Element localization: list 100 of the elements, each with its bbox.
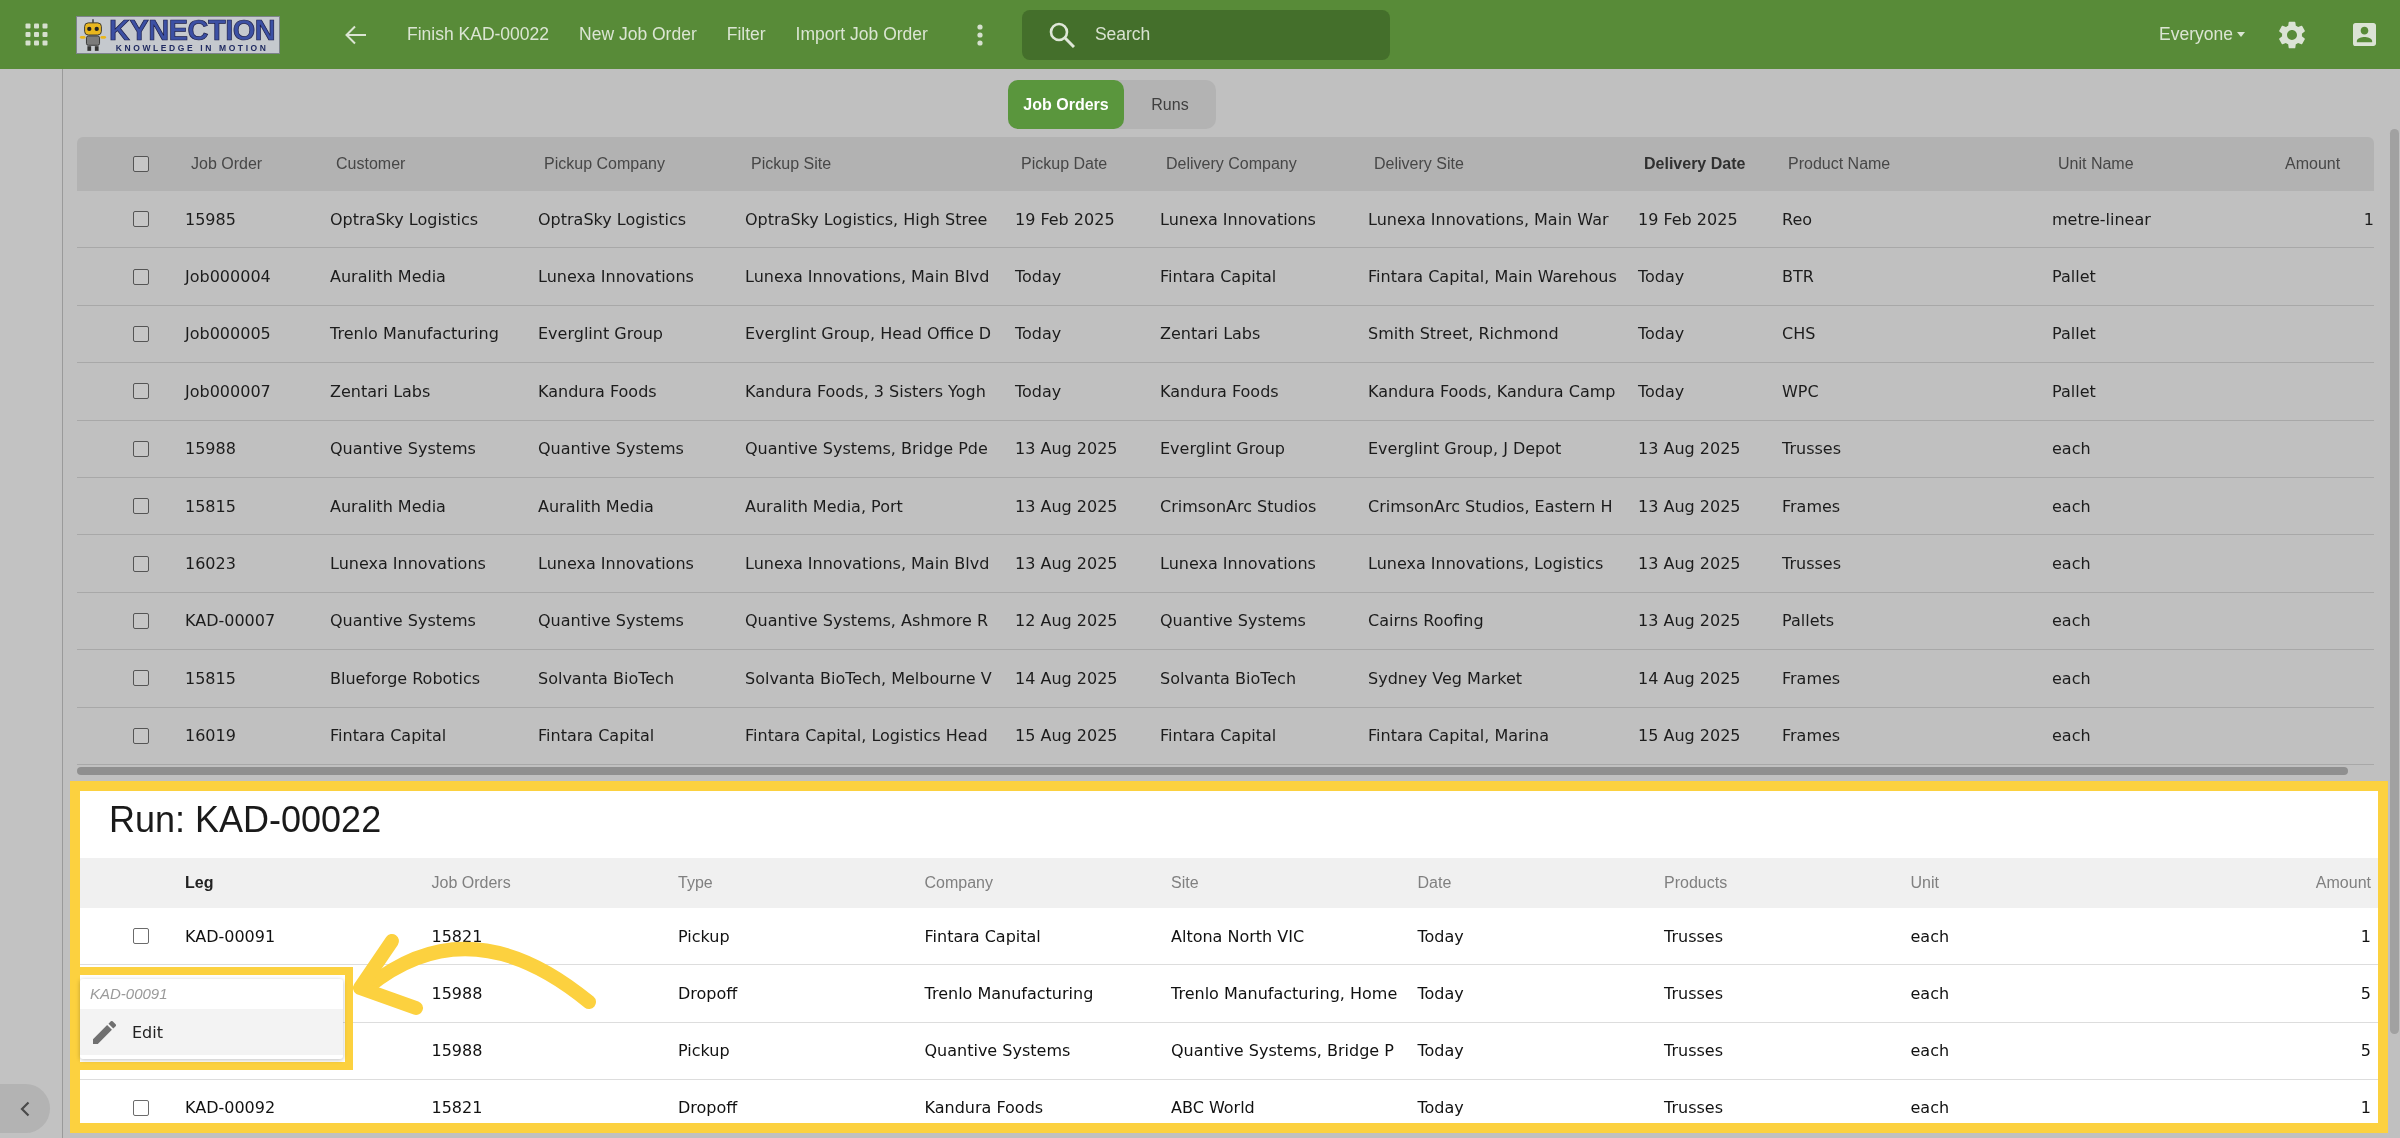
table-cell: Zentari Labs	[330, 381, 431, 401]
table-cell: Quantive Systems	[1160, 611, 1306, 631]
table-cell: 15985	[185, 209, 236, 229]
table-cell: 15988	[431, 1041, 483, 1061]
table-cell: Job000007	[185, 381, 271, 401]
column-header[interactable]: Product Name	[1782, 155, 1891, 173]
search-field[interactable]: Search	[1021, 9, 1390, 60]
table-cell: Everglint Group	[538, 324, 663, 344]
table-cell: Quantive Systems	[330, 439, 476, 459]
table-cell: Pickup	[678, 926, 730, 946]
row-checkbox[interactable]	[133, 1099, 149, 1116]
table-cell: Lunexa Innovations, Logistics	[1368, 554, 1604, 574]
toolbar-action[interactable]: Filter	[711, 14, 781, 55]
view-tab[interactable]: Job Orders	[1008, 80, 1124, 129]
view-tab[interactable]: Runs	[1124, 80, 1216, 129]
column-header[interactable]: Amount	[2315, 873, 2371, 892]
table-cell: Quantive Systems	[538, 611, 684, 631]
table-cell: Today	[1015, 381, 1062, 401]
table-cell: 13 Aug 2025	[1638, 611, 1741, 631]
table-cell: Today	[1417, 1041, 1464, 1061]
column-header[interactable]: Unit Name	[2052, 155, 2134, 173]
table-cell: OptraSky Logistics	[538, 209, 687, 229]
column-header[interactable]: Date	[1417, 873, 1452, 892]
table-cell: Trusses	[1782, 554, 1841, 574]
table-cell: Fintara Capital, Logistics Head	[745, 726, 988, 746]
table-cell: 15 Aug 2025	[1015, 726, 1118, 746]
table-cell: Pallets	[1782, 611, 1835, 631]
table-cell: Everglint Group	[1160, 439, 1285, 459]
settings-icon[interactable]	[2279, 20, 2305, 49]
table-cell: 15821	[431, 1098, 483, 1118]
row-checkbox[interactable]	[133, 211, 149, 228]
row-checkbox[interactable]	[133, 325, 149, 342]
robot-icon	[79, 18, 107, 51]
column-header[interactable]: Company	[924, 873, 993, 892]
table-cell: Smith Street, Richmond	[1368, 324, 1559, 344]
column-header[interactable]: Site	[1171, 873, 1199, 892]
table-cell: Trusses	[1664, 926, 1723, 946]
table-cell: Today	[1015, 267, 1062, 287]
table-cell: Dropoff	[678, 1098, 738, 1118]
column-header[interactable]: Pickup Date	[1015, 155, 1108, 173]
table-cell: Lunexa Innovations	[1160, 554, 1316, 574]
vertical-scrollbar[interactable]	[2390, 129, 2399, 1034]
column-header[interactable]: Pickup Site	[745, 155, 832, 173]
table-cell: Everglint Group, Head Office D	[745, 324, 992, 344]
table-cell: each	[2052, 668, 2091, 688]
row-checkbox[interactable]	[133, 383, 149, 400]
table-cell: KAD-00091	[185, 926, 276, 946]
column-header[interactable]: Job Order	[185, 155, 263, 173]
toolbar-action[interactable]: Finish KAD-00022	[392, 14, 565, 55]
more-vertical-icon[interactable]	[976, 23, 983, 46]
select-all-checkbox[interactable]	[133, 156, 149, 172]
table-cell: each	[2052, 554, 2091, 574]
table-cell: 12 Aug 2025	[1015, 611, 1118, 631]
table-cell: Fintara Capital	[1160, 267, 1277, 287]
table-cell: KAD-00007	[185, 611, 276, 631]
row-checkbox[interactable]	[133, 727, 149, 744]
column-header[interactable]: Pickup Company	[538, 155, 665, 173]
column-header[interactable]: Products	[1664, 873, 1728, 892]
menu-item[interactable]: Edit	[80, 1009, 343, 1055]
column-header[interactable]: Delivery Company	[1160, 155, 1297, 173]
column-header[interactable]: Unit	[1910, 873, 1939, 892]
row-checkbox[interactable]	[133, 268, 149, 285]
toolbar-action[interactable]: New Job Order	[564, 14, 712, 55]
table-cell: Pallet	[2052, 267, 2096, 287]
row-checkbox[interactable]	[133, 928, 149, 945]
table-cell: 1	[2360, 926, 2371, 946]
toolbar-action[interactable]: Import Job Order	[780, 14, 943, 55]
column-header[interactable]: Amount	[2279, 155, 2341, 173]
column-header[interactable]: Delivery Site	[1368, 155, 1464, 173]
account-icon[interactable]	[2353, 23, 2376, 46]
table-cell: WPC	[1782, 381, 1819, 401]
column-header[interactable]: Delivery Date	[1638, 155, 1746, 173]
row-checkbox[interactable]	[133, 440, 149, 457]
table-cell: 15821	[431, 926, 483, 946]
row-checkbox[interactable]	[133, 498, 149, 515]
table-cell: Pickup	[678, 1041, 730, 1061]
column-header[interactable]: Customer	[330, 155, 406, 173]
row-checkbox[interactable]	[133, 670, 149, 687]
table-cell: Trenlo Manufacturing	[924, 983, 1094, 1003]
table-cell: Kandura Foods	[924, 1098, 1044, 1118]
table-cell: Auralith Media	[330, 496, 446, 516]
column-header[interactable]: Job Orders	[431, 873, 511, 892]
table-cell: CrimsonArc Studios	[1160, 496, 1317, 516]
row-checkbox[interactable]	[133, 555, 149, 572]
table-cell: Fintara Capital	[924, 926, 1041, 946]
apps-grid-icon[interactable]	[25, 23, 48, 46]
horizontal-scrollbar[interactable]	[77, 766, 2348, 775]
logo-wordmark: KYNECTION	[109, 16, 276, 44]
chevron-left-icon	[20, 1100, 30, 1117]
table-cell: 1	[2360, 1098, 2371, 1118]
column-header[interactable]: Leg	[185, 873, 214, 892]
table-cell: Lunexa Innovations	[538, 267, 694, 287]
table-cell: 13 Aug 2025	[1638, 554, 1741, 574]
table-cell: 19 Feb 2025	[1638, 209, 1738, 229]
audience-dropdown[interactable]: Everyone	[2159, 24, 2245, 45]
table-cell: Today	[1417, 983, 1464, 1003]
logo[interactable]: KYNECTION KNOWLEDGE IN MOTION	[76, 15, 280, 54]
row-checkbox[interactable]	[133, 612, 149, 629]
table-cell: Quantive Systems, Ashmore R	[745, 611, 989, 631]
column-header[interactable]: Type	[678, 873, 713, 892]
